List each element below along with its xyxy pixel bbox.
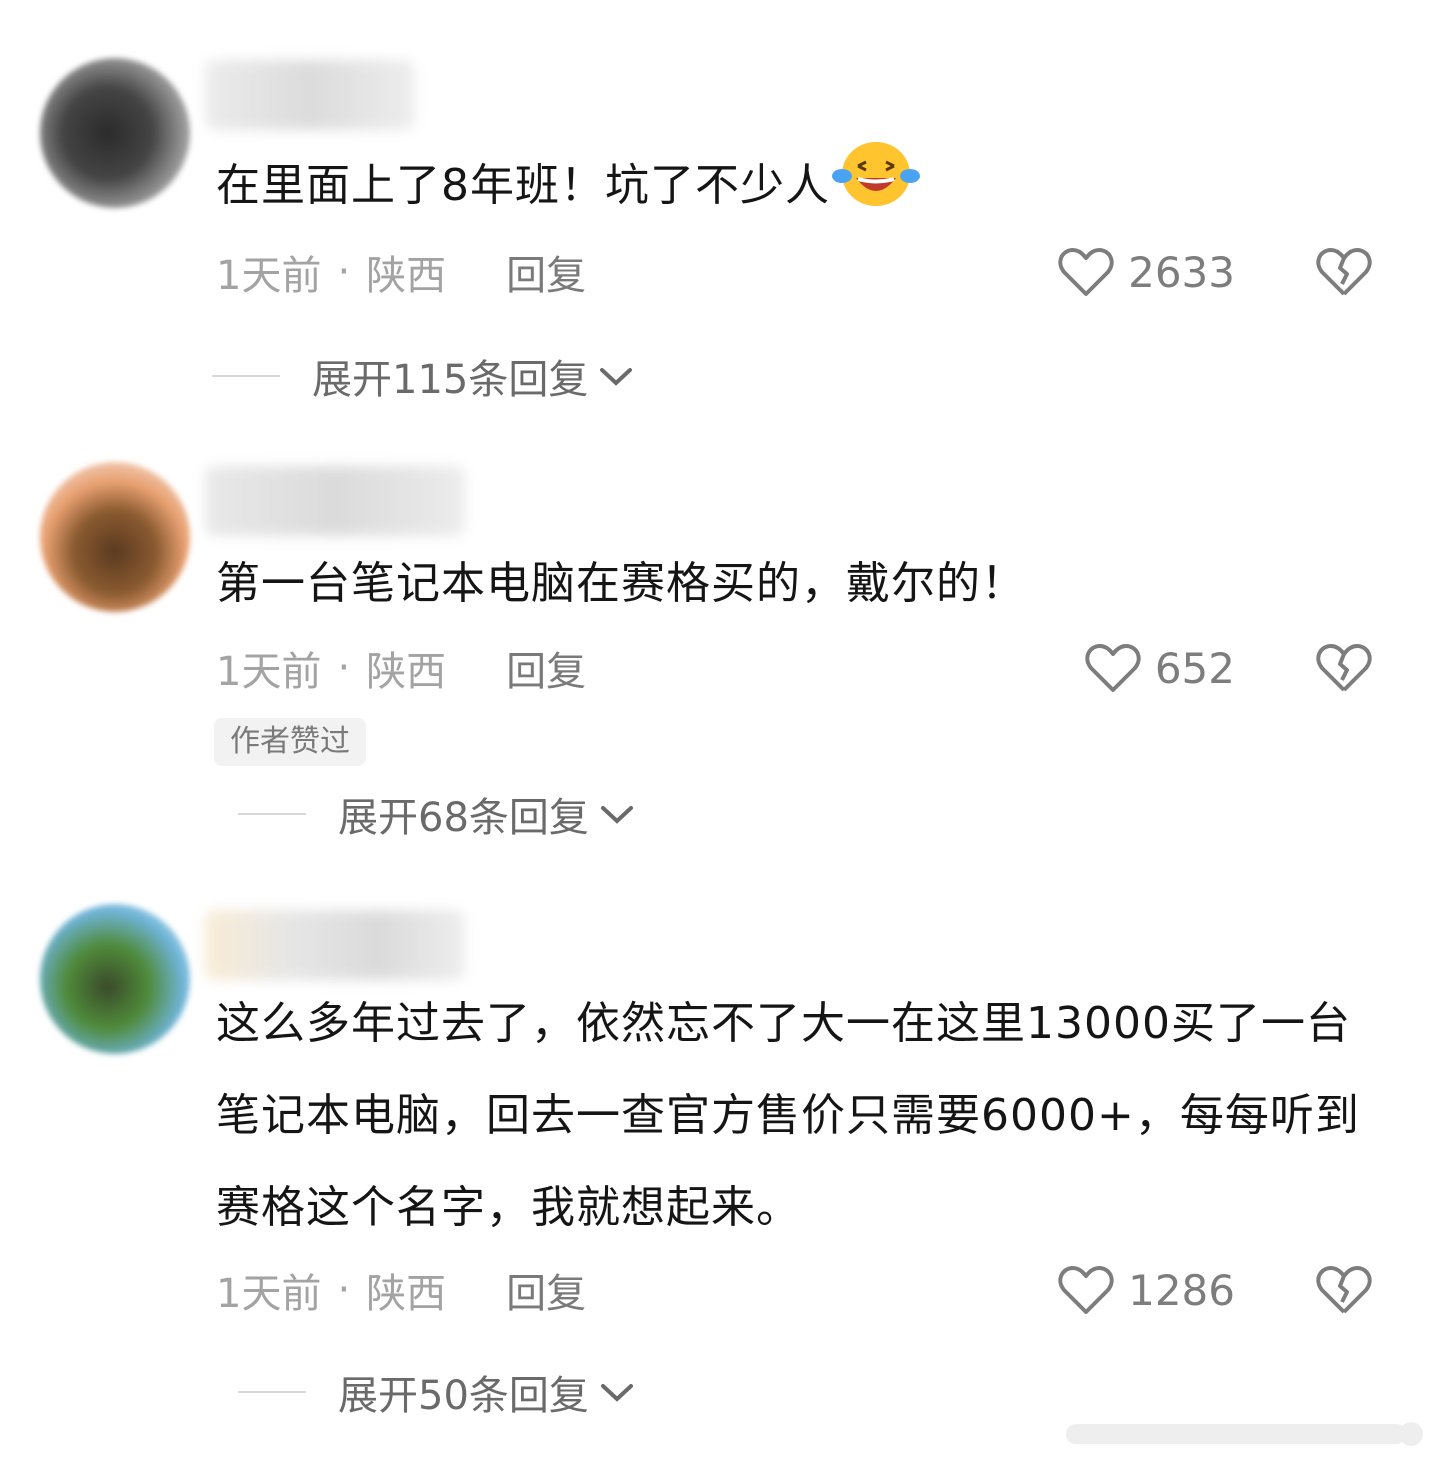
avatar[interactable] (40, 904, 190, 1054)
reply-button[interactable]: 回复 (506, 639, 586, 697)
expand-label: 展开50条回复 (338, 1373, 589, 1419)
laughing-crying-emoji-icon (832, 136, 920, 240)
expand-replies-button[interactable]: 展开68条回复 (238, 784, 635, 844)
avatar[interactable] (40, 58, 190, 208)
username[interactable] (205, 910, 465, 980)
reply-button[interactable]: 回复 (506, 1261, 586, 1319)
separator: · (337, 1267, 351, 1313)
comment-content: 在里面上了8年班！坑了不少人 (216, 160, 830, 211)
separator: · (337, 645, 351, 691)
comment-text: 第一台笔记本电脑在赛格买的，戴尔的！ (216, 538, 1386, 630)
chevron-down-icon (600, 368, 633, 386)
divider (238, 1391, 306, 1393)
comment-content: 这么多年过去了，依然忘不了大一在这里13000买了一台笔记本电脑，回去一查官方售… (216, 998, 1360, 1233)
username[interactable] (205, 466, 465, 536)
heart-icon (1058, 1266, 1114, 1314)
expand-label: 展开115条回复 (312, 357, 589, 403)
comment-text: 这么多年过去了，依然忘不了大一在这里13000买了一台笔记本电脑，回去一查官方售… (216, 978, 1386, 1254)
reply-button[interactable]: 回复 (506, 243, 586, 301)
location: 陕西 (366, 649, 447, 695)
divider (212, 375, 280, 377)
like-count: 2633 (1128, 247, 1235, 297)
like-count: 1286 (1128, 1265, 1235, 1315)
expand-replies-button[interactable]: 展开115条回复 (212, 346, 634, 406)
like-button[interactable]: 1286 (1058, 1260, 1235, 1320)
heart-icon (1058, 248, 1114, 296)
timestamp: 1天前 (216, 253, 322, 299)
chevron-down-icon (600, 806, 633, 824)
like-count: 652 (1154, 643, 1235, 693)
username[interactable] (205, 60, 415, 130)
heart-icon (1085, 644, 1141, 692)
author-liked-badge: 作者赞过 (214, 718, 366, 766)
broken-heart-icon[interactable] (1316, 244, 1372, 300)
like-button[interactable]: 652 (1085, 638, 1235, 698)
chevron-down-icon (600, 1384, 633, 1402)
comment-meta: 1天前 · 陕西 回复 (216, 638, 586, 698)
avatar[interactable] (40, 462, 190, 612)
timestamp: 1天前 (216, 649, 322, 695)
comment-meta: 1天前 · 陕西 回复 (216, 1260, 586, 1320)
comment-content: 第一台笔记本电脑在赛格买的，戴尔的！ (216, 558, 1026, 609)
like-button[interactable]: 2633 (1058, 242, 1235, 302)
comment-meta: 1天前 · 陕西 回复 (216, 242, 586, 302)
broken-heart-icon[interactable] (1316, 640, 1372, 696)
expand-label: 展开68条回复 (338, 795, 589, 841)
location: 陕西 (366, 253, 447, 299)
watermark-icon (1066, 1422, 1423, 1446)
expand-replies-button[interactable]: 展开50条回复 (238, 1362, 635, 1422)
separator: · (337, 249, 351, 295)
location: 陕西 (366, 1271, 447, 1317)
broken-heart-icon[interactable] (1316, 1262, 1372, 1318)
divider (238, 813, 306, 815)
timestamp: 1天前 (216, 1271, 322, 1317)
comment-text: 在里面上了8年班！坑了不少人 (216, 136, 1386, 240)
